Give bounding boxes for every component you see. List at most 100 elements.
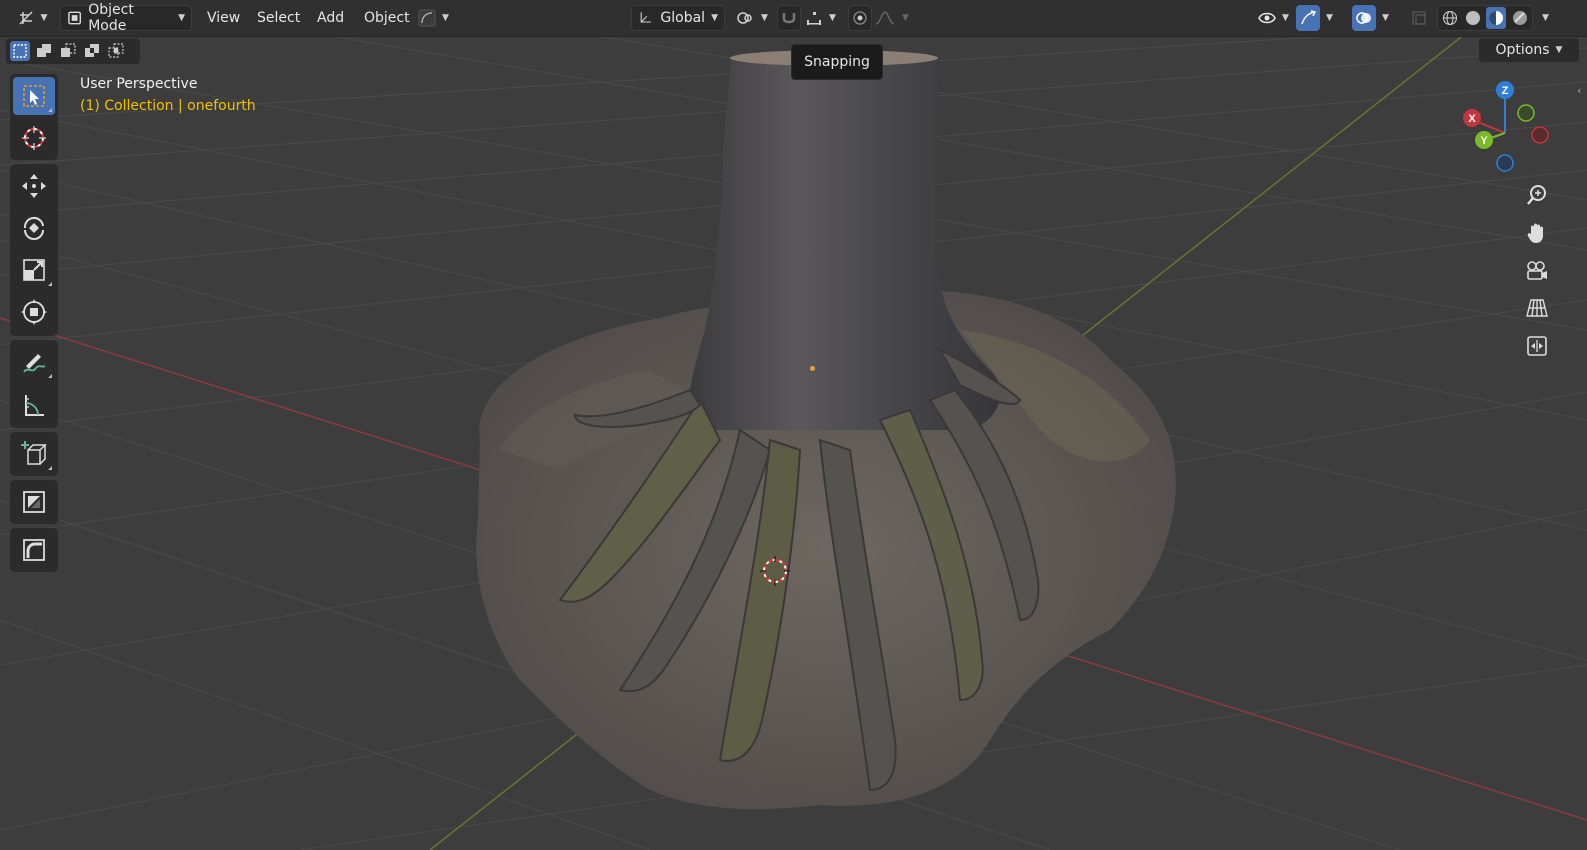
menu-view[interactable]: View: [201, 5, 246, 31]
local-view-button[interactable]: [1520, 329, 1554, 363]
ortho-toggle-button[interactable]: [1520, 291, 1554, 325]
submenu-indicator: [48, 108, 52, 112]
tool-move[interactable]: [13, 167, 55, 205]
select-new-button[interactable]: [10, 41, 30, 61]
curve-icon: [418, 9, 436, 27]
cursor-icon: [22, 126, 46, 150]
toolbar-select-group: [10, 74, 58, 160]
gizmo-dropdown[interactable]: ▼: [1320, 5, 1340, 31]
toolbar-transform-group: [10, 164, 58, 336]
menu-add[interactable]: Add: [311, 5, 350, 31]
chevron-down-icon: ▼: [761, 13, 768, 23]
select-subtract-icon: [61, 43, 76, 57]
tool-annotate[interactable]: [13, 343, 55, 381]
gizmo-toggle[interactable]: [1296, 5, 1320, 31]
menu-object[interactable]: Object: [358, 5, 416, 31]
overlays-icon: [1356, 12, 1371, 24]
snap-increment-icon: [807, 12, 821, 25]
proportional-editing-toggle[interactable]: [848, 5, 872, 31]
shading-material-preview[interactable]: [1486, 7, 1507, 29]
shading-rendered[interactable]: [1510, 8, 1529, 28]
gizmo-z-negative[interactable]: [1496, 154, 1514, 172]
extrude-icon: [23, 491, 45, 513]
pivot-icon: [737, 12, 752, 24]
magnet-icon: [782, 13, 796, 24]
overlays-dropdown[interactable]: ▼: [1376, 5, 1396, 31]
options-dropdown[interactable]: Options ▼: [1479, 38, 1579, 62]
falloff-curve-icon: [875, 11, 895, 25]
chevron-down-icon: ▼: [1326, 13, 1333, 23]
viewport-header: ▼ Object Mode ▼ View Select Add Object ▼…: [0, 0, 1587, 37]
collection-label: (1) Collection | onefourth: [80, 98, 256, 114]
snapping-toggle[interactable]: [777, 5, 801, 31]
perspective-label: User Perspective: [80, 76, 198, 92]
tool-rotate[interactable]: [13, 209, 55, 247]
toolbar-extrude-group: [10, 480, 58, 524]
chevron-down-icon: ▼: [1282, 13, 1289, 23]
xray-toggle[interactable]: [1407, 5, 1431, 31]
material-sphere-icon: [1489, 11, 1504, 25]
mode-dropdown[interactable]: Object Mode ▼: [60, 2, 192, 34]
select-intersect-icon: [108, 43, 124, 58]
object-origin: [810, 366, 815, 371]
tool-scale[interactable]: [13, 251, 55, 289]
tool-select-box[interactable]: [13, 77, 55, 115]
navigation-gizmo[interactable]: Z X Y: [1460, 78, 1560, 178]
falloff-dropdown[interactable]: ▼: [874, 5, 910, 31]
scale-icon: [23, 259, 45, 281]
transform-orientation-dropdown[interactable]: Global ▼: [631, 5, 725, 31]
chevron-down-icon: ▼: [902, 13, 909, 23]
hand-icon: [1527, 223, 1543, 243]
toolbar-annotate-group: [10, 340, 58, 428]
shading-dropdown[interactable]: ▼: [1536, 5, 1556, 31]
toolbar-add-group: [10, 432, 58, 476]
shading-solid[interactable]: [1464, 8, 1483, 28]
3d-viewport[interactable]: [0, 0, 1587, 850]
shading-wireframe[interactable]: [1441, 8, 1460, 28]
gizmo-x-label: X: [1468, 113, 1476, 125]
gizmo-y-label: Y: [1480, 135, 1488, 147]
select-intersect-button[interactable]: [106, 41, 126, 61]
tool-transform[interactable]: [13, 293, 55, 331]
select-box-icon: [23, 85, 45, 107]
visibility-dropdown[interactable]: ▼: [1252, 5, 1290, 31]
eye-icon: [1258, 12, 1276, 24]
tool-cursor[interactable]: [13, 119, 55, 157]
zoom-button[interactable]: [1520, 178, 1554, 212]
chevron-down-icon: ▼: [829, 13, 836, 23]
tool-bevel[interactable]: [13, 531, 55, 569]
select-subtract-button[interactable]: [58, 41, 78, 61]
pan-button[interactable]: [1520, 216, 1554, 250]
tool-measure[interactable]: [13, 386, 55, 424]
submenu-indicator: [48, 374, 52, 378]
snap-target-dropdown[interactable]: ▼: [803, 5, 841, 31]
frame-selected-icon: [1527, 336, 1547, 356]
bevel-icon: [23, 539, 45, 561]
overlays-toggle[interactable]: [1352, 5, 1376, 31]
select-extend-button[interactable]: [34, 41, 54, 61]
object-options-dropdown[interactable]: ▼: [414, 5, 454, 31]
shading-mode-group: [1437, 5, 1533, 31]
options-label: Options: [1495, 42, 1550, 58]
camera-icon: [1527, 261, 1547, 280]
camera-view-button[interactable]: [1520, 254, 1554, 288]
editor-type-button[interactable]: ▼: [14, 5, 50, 31]
select-difference-button[interactable]: [82, 41, 102, 61]
gizmo-y-negative[interactable]: [1517, 104, 1535, 122]
gizmo-x-negative[interactable]: [1531, 126, 1549, 144]
select-new-icon: [13, 44, 27, 58]
gizmo-z-label: Z: [1502, 85, 1509, 97]
solid-sphere-icon: [1465, 11, 1480, 25]
menu-select[interactable]: Select: [251, 5, 306, 31]
tool-add-cube[interactable]: [13, 435, 55, 473]
sidebar-toggle[interactable]: ‹: [1577, 84, 1587, 100]
transform-icon: [21, 299, 47, 325]
rotate-icon: [23, 217, 44, 240]
measure-icon: [25, 395, 44, 416]
snapping-tooltip: Snapping: [791, 44, 883, 80]
gizmo-icon: [1301, 10, 1317, 25]
pivot-point-dropdown[interactable]: ▼: [733, 5, 771, 31]
3d-viewport-icon: [19, 11, 33, 25]
tool-extrude[interactable]: [13, 483, 55, 521]
3d-cursor-icon[interactable]: [760, 556, 790, 586]
